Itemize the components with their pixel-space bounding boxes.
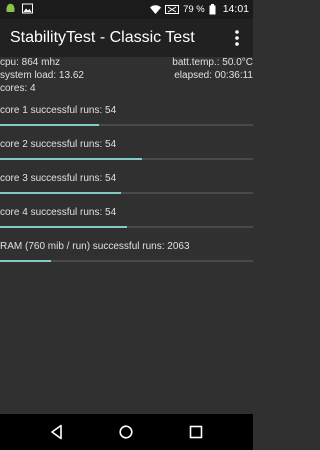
status-bar: 79 % 14:01 <box>0 0 253 19</box>
core-1-label: core 1 successful runs: 54 <box>0 105 117 116</box>
navigation-bar <box>0 414 253 450</box>
core-2-block: core 2 successful runs: 54 <box>0 139 253 169</box>
battery-temperature: batt.temp.: 50.0°C <box>172 57 253 68</box>
ram-progress-track <box>0 260 253 262</box>
cpu-frequency: cpu: 864 mhz <box>0 57 61 68</box>
app-title: StabilityTest - Classic Test <box>10 29 195 46</box>
core-3-progress-fill <box>0 192 122 194</box>
ram-block: RAM (760 mib / run) successful runs: 206… <box>0 241 253 271</box>
app-toolbar: StabilityTest - Classic Test <box>0 19 253 57</box>
ram-label: RAM (760 mib / run) successful runs: 206… <box>0 241 190 252</box>
core-2-progress-track <box>0 158 253 160</box>
battery-icon <box>209 3 216 15</box>
info-row-2: system load: 13.62 elapsed: 00:36:11 <box>0 70 253 83</box>
recents-icon[interactable] <box>187 423 205 441</box>
image-icon <box>22 3 33 14</box>
core-count: cores: 4 <box>0 83 36 94</box>
core-3-label: core 3 successful runs: 54 <box>0 173 117 184</box>
core-4-progress-track <box>0 226 253 228</box>
core-4-block: core 4 successful runs: 54 <box>0 207 253 237</box>
core-4-progress-fill <box>0 226 127 228</box>
core-4-label: core 4 successful runs: 54 <box>0 207 117 218</box>
system-load: system load: 13.62 <box>0 70 84 81</box>
core-1-progress-track <box>0 124 253 126</box>
elapsed-time: elapsed: 00:36:11 <box>174 70 253 81</box>
ram-progress-fill <box>0 260 51 262</box>
android-icon <box>5 3 16 14</box>
more-vert-icon[interactable] <box>225 25 249 51</box>
core-2-label: core 2 successful runs: 54 <box>0 139 117 150</box>
core-3-block: core 3 successful runs: 54 <box>0 173 253 203</box>
core-2-progress-fill <box>0 158 142 160</box>
test-content: cpu: 864 mhz batt.temp.: 50.0°C system l… <box>0 57 253 414</box>
screen: 79 % 14:01 StabilityTest - Classic Test … <box>0 0 253 450</box>
core-3-progress-track <box>0 192 253 194</box>
core-1-block: core 1 successful runs: 54 <box>0 105 253 135</box>
no-sim-icon <box>165 4 180 15</box>
wifi-icon <box>150 4 162 15</box>
info-row-1: cpu: 864 mhz batt.temp.: 50.0°C <box>0 57 253 70</box>
clock: 14:01 <box>222 3 249 15</box>
battery-percent: 79 % <box>183 3 205 15</box>
home-icon[interactable] <box>117 423 135 441</box>
back-icon[interactable] <box>48 423 66 441</box>
info-row-3: cores: 4 <box>0 83 253 96</box>
core-1-progress-fill <box>0 124 99 126</box>
